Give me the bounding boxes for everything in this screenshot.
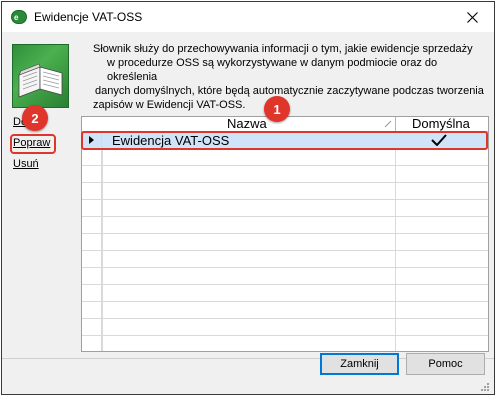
row-indicator	[82, 336, 102, 351]
row-indicator	[82, 251, 102, 267]
table-row[interactable]	[82, 166, 488, 183]
row-indicator	[82, 319, 102, 335]
row-indicator	[82, 149, 102, 165]
table-row[interactable]	[82, 285, 488, 302]
close-window-button[interactable]	[450, 3, 494, 31]
app-icon-text: e	[14, 13, 19, 22]
book-icon	[18, 63, 63, 98]
row-indicator	[82, 183, 102, 199]
row-indicator	[82, 200, 102, 216]
entries-table: Nazwa Domyślna Ewidencja VAT-OSS	[81, 116, 489, 352]
row-highlight-frame	[81, 131, 488, 150]
description-line: danych domyślnych, które będą automatycz…	[95, 85, 484, 97]
table-row[interactable]	[82, 183, 488, 200]
row-indicator	[82, 302, 102, 318]
app-icon: e	[11, 10, 27, 24]
table-header: Nazwa Domyślna	[82, 117, 488, 132]
description-line: zapisów w Ewidencji VAT-OSS.	[93, 99, 246, 111]
table-row[interactable]	[82, 200, 488, 217]
column-divider	[395, 117, 396, 131]
step-badge-2: 2	[22, 105, 48, 131]
description-line: Słownik służy do przechowywania informac…	[93, 43, 473, 55]
help-button[interactable]: Pomoc	[406, 353, 485, 375]
row-indicator	[82, 268, 102, 284]
table-row[interactable]	[82, 319, 488, 336]
table-row[interactable]	[82, 251, 488, 268]
title-bar: e Ewidencje VAT-OSS	[2, 2, 494, 32]
delete-link[interactable]: Usuń	[13, 158, 39, 170]
step-badge-1: 1	[264, 96, 290, 122]
window-title: Ewidencje VAT-OSS	[34, 10, 143, 24]
column-header-default[interactable]: Domyślna	[412, 117, 470, 131]
close-button[interactable]: Zamknij	[320, 353, 399, 375]
table-row[interactable]	[82, 302, 488, 319]
description-line: w procedurze OSS są wykorzystywane w dan…	[107, 57, 438, 83]
table-row[interactable]	[82, 268, 488, 285]
table-row[interactable]	[82, 336, 488, 351]
column-header-name[interactable]: Nazwa	[227, 117, 267, 131]
table-row[interactable]	[82, 217, 488, 234]
dictionary-logo	[12, 44, 69, 108]
sort-icon	[384, 120, 392, 128]
edit-highlight-frame	[10, 134, 56, 154]
row-indicator	[82, 234, 102, 250]
dialog-window: e Ewidencje VAT-OSS Słownik służy do prz…	[1, 1, 495, 395]
close-icon	[466, 11, 478, 23]
row-indicator	[82, 285, 102, 301]
table-row[interactable]	[82, 234, 488, 251]
description-text: Słownik służy do przechowywania informac…	[93, 42, 488, 112]
table-row[interactable]	[82, 149, 488, 166]
row-indicator	[82, 217, 102, 233]
row-indicator	[82, 166, 102, 182]
resize-grip-icon[interactable]	[480, 382, 490, 392]
